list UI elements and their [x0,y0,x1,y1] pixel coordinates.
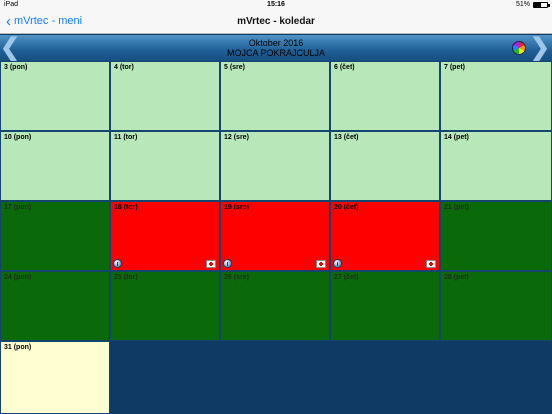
battery-fill [534,2,541,7]
page-title: mVrtec - koledar [237,16,315,27]
calendar-day-cell[interactable]: 11 (tor) [110,131,220,201]
day-label: 18 (tor) [114,204,138,211]
calendar-day-cell[interactable]: 24 (pon) [0,271,110,341]
calendar-day-cell[interactable]: 3 (pon) [0,61,110,131]
color-palette-icon[interactable] [512,41,526,55]
day-label: 4 (tor) [114,64,134,71]
calendar-day-cell[interactable]: 18 (tor) [110,201,220,271]
calendar-day-cell[interactable]: 21 (pet) [440,201,552,271]
info-icon[interactable] [223,259,232,268]
calendar-header: ❮ Oktober 2016 MOJCA POKRAJCULJA ❯ [0,35,552,61]
info-icon[interactable] [333,259,342,268]
calendar-day-cell[interactable]: 20 (čet) [330,201,440,271]
calendar-day-cell[interactable]: 26 (sre) [220,271,330,341]
day-label: 25 (tor) [114,274,138,281]
calendar-day-cell[interactable]: 5 (sre) [220,61,330,131]
calendar-day-cell[interactable]: 25 (tor) [110,271,220,341]
battery-icon [533,1,550,8]
day-label: 12 (sre) [224,134,249,141]
day-label: 31 (pon) [4,344,32,351]
next-month-arrow-icon[interactable]: ❯ [530,36,550,60]
clock: 15:16 [267,1,285,8]
child-name: MOJCA POKRAJCULJA [226,48,326,58]
day-label: 27 (čet) [334,274,359,281]
day-label: 17 (pon) [4,204,32,211]
calendar-day-cell[interactable]: 13 (čet) [330,131,440,201]
day-label: 6 (čet) [334,64,355,71]
day-label: 11 (tor) [114,134,138,141]
calendar-day-cell[interactable]: 28 (pet) [440,271,552,341]
calendar-day-cell[interactable]: 4 (tor) [110,61,220,131]
calendar-day-cell[interactable]: 19 (sre) [220,201,330,271]
day-label: 24 (pon) [4,274,32,281]
calendar-day-cell[interactable]: 6 (čet) [330,61,440,131]
battery-percent: 51% [515,1,530,8]
day-label: 13 (čet) [334,134,359,141]
status-right: 51% [515,1,550,8]
calendar-day-cell[interactable]: 31 (pon) [0,341,110,414]
medkit-icon[interactable] [316,260,326,268]
month-title: Oktober 2016 [248,38,304,48]
info-icon[interactable] [113,259,122,268]
day-label: 7 (pet) [444,64,465,71]
navigation-bar: ‹ mVrtec - meni mVrtec - koledar [0,10,552,34]
medkit-icon[interactable] [426,260,436,268]
day-label: 21 (pet) [444,204,469,211]
day-label: 10 (pon) [4,134,32,141]
calendar-grid: 3 (pon) 4 (tor) 5 (sre) 6 (čet) 7 (pet) 10 (p… [0,61,552,414]
calendar-day-cell[interactable]: 14 (pet) [440,131,552,201]
day-label: 14 (pet) [444,134,469,141]
day-label: 20 (čet) [334,204,359,211]
calendar-day-cell[interactable]: 7 (pet) [440,61,552,131]
calendar-day-cell[interactable]: 27 (čet) [330,271,440,341]
day-label: 19 (sre) [224,204,249,211]
day-label: 5 (sre) [224,64,246,71]
calendar-day-cell[interactable]: 10 (pon) [0,131,110,201]
status-bar: iPad 15:16 51% [0,0,552,10]
medkit-icon[interactable] [206,260,216,268]
day-label: 26 (sre) [224,274,249,281]
calendar-day-cell[interactable]: 12 (sre) [220,131,330,201]
calendar-day-cell[interactable]: 17 (pon) [0,201,110,271]
day-label: 3 (pon) [4,64,28,71]
day-label: 28 (pet) [444,274,469,281]
